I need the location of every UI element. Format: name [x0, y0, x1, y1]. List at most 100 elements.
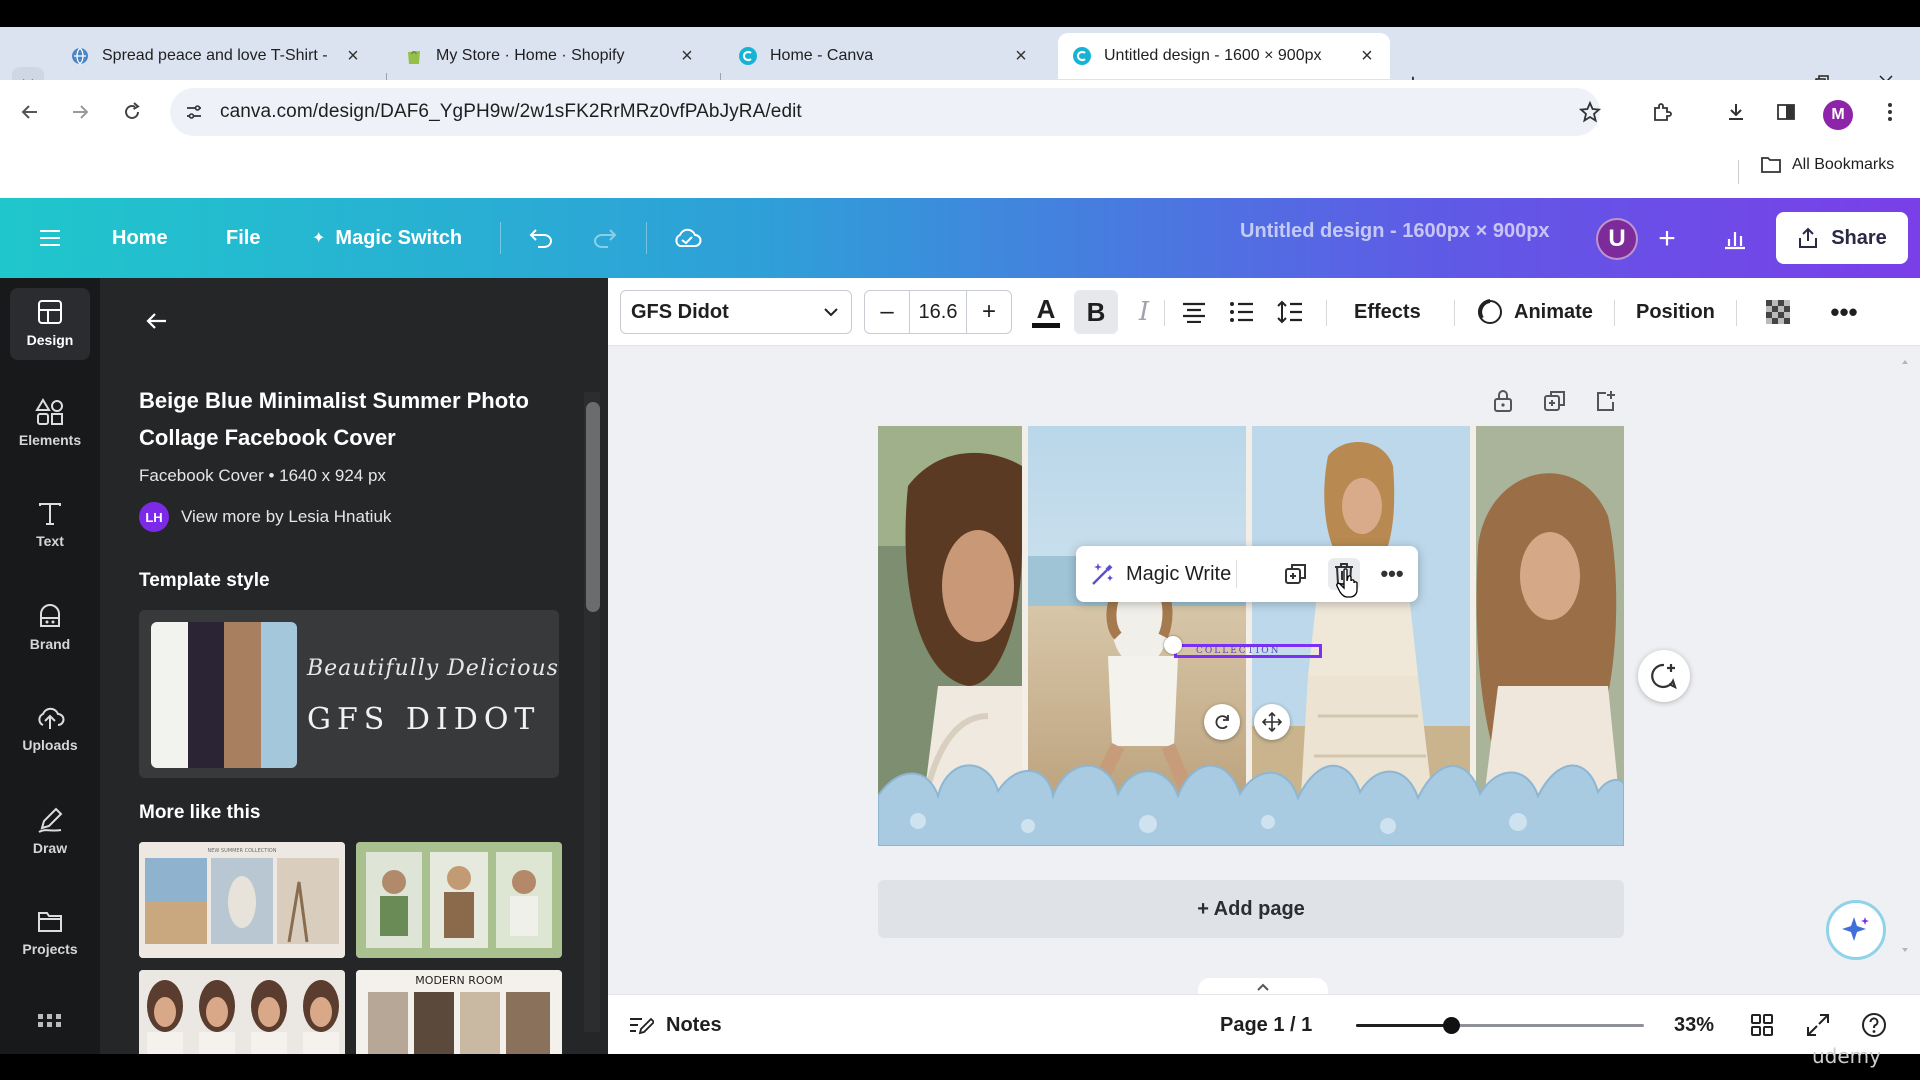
rail-item-text[interactable]: Text	[0, 480, 100, 570]
profile-avatar[interactable]: M	[1823, 100, 1853, 130]
add-collaborator-button[interactable]: +	[1650, 222, 1684, 256]
rail-item-draw[interactable]: Draw	[0, 786, 100, 876]
canva-assistant-button[interactable]	[1826, 900, 1886, 960]
selection-resize-handle[interactable]	[1164, 636, 1182, 654]
template-thumbnail[interactable]: NEW SUMMER COLLECTION	[139, 842, 345, 958]
forward-button[interactable]	[64, 96, 96, 128]
rail-item-brand[interactable]: Brand	[0, 582, 100, 672]
bold-button[interactable]: B	[1074, 290, 1118, 334]
notes-icon	[630, 1017, 654, 1035]
text-color-button[interactable]: A	[1026, 290, 1066, 334]
selected-text-content[interactable]: COLLECTION	[1196, 646, 1281, 656]
add-page-button[interactable]: + Add page	[878, 880, 1624, 938]
rail-label: Draw	[32, 840, 68, 856]
browser-tab[interactable]: My Store · Home · Shopify ×	[390, 33, 710, 79]
udemy-watermark: udemy	[1812, 1044, 1881, 1068]
redo-button[interactable]	[588, 218, 622, 258]
all-bookmarks-button[interactable]: All Bookmarks	[1760, 156, 1894, 174]
text-align-button[interactable]	[1174, 290, 1214, 334]
share-button[interactable]: Share	[1776, 212, 1908, 264]
document-title[interactable]: Untitled design - 1600px × 900px	[1240, 220, 1550, 243]
thumbnail-caption: MODERN ROOM	[415, 974, 502, 987]
main-menu-button[interactable]	[34, 218, 66, 258]
magic-write-button[interactable]: Magic Write	[1090, 554, 1231, 594]
fullscreen-button[interactable]	[1802, 1009, 1834, 1041]
side-panel-button[interactable]	[1770, 96, 1802, 128]
reload-button[interactable]	[116, 96, 148, 128]
site-info-icon[interactable]	[184, 102, 204, 122]
rail-item-uploads[interactable]: Uploads	[0, 684, 100, 774]
zoom-slider-thumb[interactable]	[1443, 1017, 1460, 1034]
list-button[interactable]	[1222, 290, 1262, 334]
extensions-button[interactable]	[1646, 96, 1678, 128]
browser-tab[interactable]: Spread peace and love T-Shirt - ×	[56, 33, 376, 79]
template-thumbnail[interactable]	[356, 842, 562, 958]
move-handle[interactable]	[1254, 704, 1290, 740]
bookmark-star-button[interactable]	[1574, 96, 1606, 128]
notes-button[interactable]: Notes	[628, 1007, 722, 1043]
rotate-handle[interactable]	[1204, 704, 1240, 740]
canva-icon	[1073, 47, 1091, 65]
spacing-button[interactable]	[1270, 290, 1310, 334]
close-tab-icon[interactable]: ×	[1356, 45, 1378, 67]
puzzle-icon	[1654, 103, 1672, 121]
apps-button[interactable]	[38, 1014, 62, 1034]
arrow-right-icon	[73, 105, 89, 119]
close-tab-icon[interactable]: ×	[342, 45, 364, 67]
position-button[interactable]: Position	[1636, 290, 1715, 334]
shopify-icon	[408, 51, 420, 64]
omnibox[interactable]: canva.com/design/DAF6_YgPH9w/2w1sFK2RrMR…	[170, 88, 1600, 136]
duplicate-page-button[interactable]	[1540, 386, 1570, 416]
editor-scrollbar[interactable]	[1900, 356, 1910, 956]
font-size-input[interactable]: 16.6	[909, 290, 967, 334]
decrease-font-size-button[interactable]: –	[865, 298, 909, 326]
back-button[interactable]	[14, 96, 46, 128]
close-tab-icon[interactable]: ×	[1010, 45, 1032, 67]
author-avatar: LH	[139, 502, 169, 532]
duplicate-element-button[interactable]	[1280, 558, 1312, 590]
rail-item-design[interactable]: Design	[0, 278, 100, 368]
grid-view-button[interactable]	[1746, 1009, 1778, 1041]
transparency-button[interactable]	[1758, 290, 1798, 334]
save-status-button[interactable]	[670, 218, 704, 258]
element-more-button[interactable]: •••	[1376, 558, 1408, 590]
template-thumbnail[interactable]: MODERN ROOM	[356, 970, 562, 1054]
effects-button[interactable]: Effects	[1354, 290, 1421, 334]
author-link[interactable]: LH View more by Lesia Hnatiuk	[139, 502, 391, 532]
bar-chart-icon	[1725, 232, 1745, 250]
chevron-up-icon	[1257, 983, 1269, 991]
panel-back-button[interactable]	[142, 306, 172, 336]
downloads-button[interactable]	[1720, 96, 1752, 128]
close-tab-icon[interactable]: ×	[676, 45, 698, 67]
browser-menu-button[interactable]	[1874, 96, 1906, 128]
magic-switch-button[interactable]: ✦ Magic Switch	[312, 218, 462, 258]
font-family-dropdown[interactable]: GFS Didot	[620, 290, 852, 334]
italic-button[interactable]: I	[1124, 290, 1164, 334]
insights-button[interactable]	[1718, 222, 1752, 256]
user-avatar[interactable]: U	[1596, 218, 1638, 260]
add-comment-button[interactable]	[1638, 650, 1690, 702]
browser-tab-active[interactable]: Untitled design - 1600 × 900px ×	[1058, 33, 1390, 79]
add-page-top-button[interactable]	[1592, 386, 1622, 416]
browser-tab[interactable]: Home - Canva ×	[724, 33, 1044, 79]
rail-item-projects[interactable]: Projects	[0, 888, 100, 978]
design-canvas[interactable]	[878, 426, 1624, 846]
template-style-card[interactable]: Beautifully Delicious Script GFS DIDOT	[139, 610, 559, 778]
home-button[interactable]: Home	[112, 218, 168, 258]
toolbar-divider	[1736, 300, 1737, 326]
help-button[interactable]	[1858, 1009, 1890, 1041]
lock-page-button[interactable]	[1488, 386, 1518, 416]
increase-font-size-button[interactable]: +	[967, 298, 1011, 326]
animate-button[interactable]: Animate	[1476, 290, 1593, 334]
rail-label: Design	[26, 332, 74, 348]
zoom-slider[interactable]	[1356, 1017, 1644, 1034]
file-menu-button[interactable]: File	[226, 218, 260, 258]
page-indicator[interactable]: Page 1 / 1	[1220, 1007, 1312, 1043]
zoom-value[interactable]: 33%	[1674, 1007, 1714, 1043]
toolbar-more-button[interactable]: •••	[1822, 290, 1866, 334]
template-thumbnail[interactable]	[139, 970, 345, 1054]
panel-scrollbar[interactable]	[584, 378, 600, 1054]
add-page-icon	[1597, 391, 1615, 411]
undo-button[interactable]	[524, 218, 558, 258]
rail-item-elements[interactable]: Elements	[0, 378, 100, 468]
